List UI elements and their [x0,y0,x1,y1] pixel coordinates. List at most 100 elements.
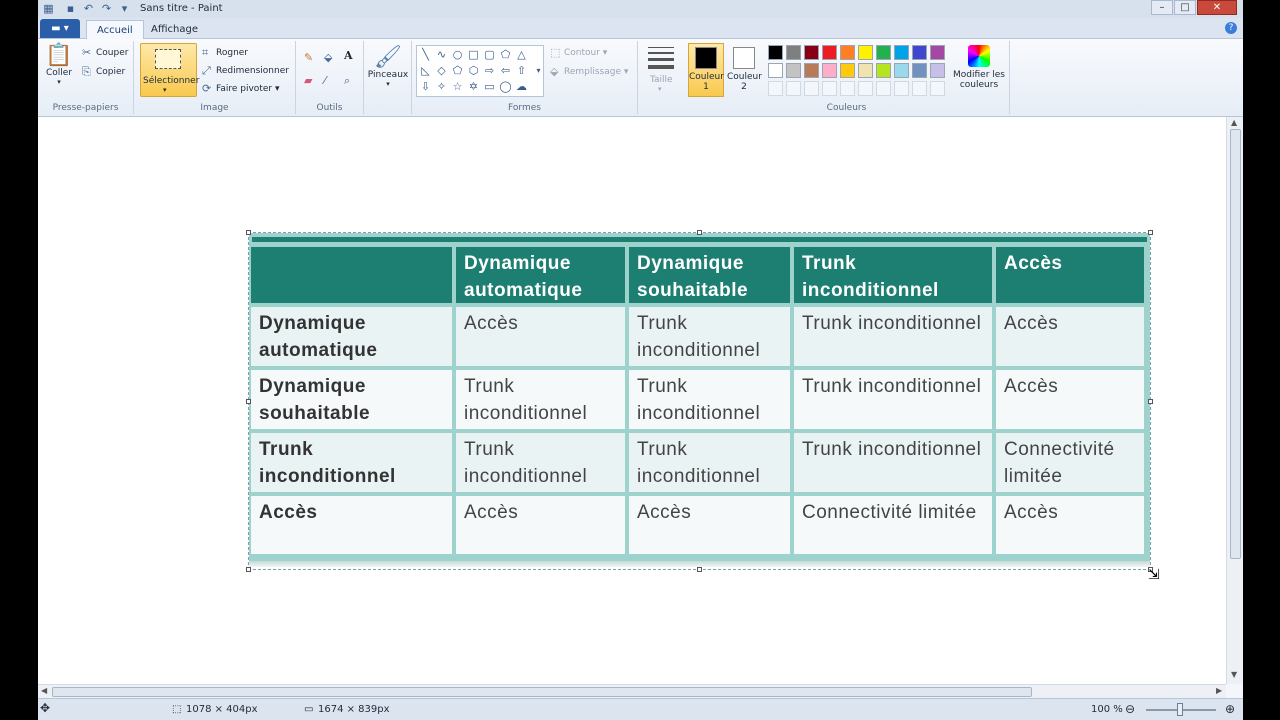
empty-color-swatch[interactable] [930,81,945,96]
up-arrow-shape-icon[interactable]: ⇧ [514,63,529,78]
select-button[interactable]: Sélectionner ▾ [140,43,199,97]
color1-button[interactable]: Couleur 1 [688,43,724,97]
eraser-icon[interactable]: ▰ [304,74,312,87]
vertical-scrollbar[interactable]: ▲ ▼ [1226,117,1243,684]
close-button[interactable]: ✕ [1197,0,1237,15]
right-arrow-shape-icon[interactable]: ⇨ [482,63,497,78]
crop-button[interactable]: Rogner [216,48,248,58]
four-point-star-shape-icon[interactable]: ✧ [434,79,449,94]
color-swatch[interactable] [930,63,945,78]
save-icon[interactable]: ▪ [64,2,77,15]
brushes-button[interactable]: 🖌 Pinceaux ▾ [366,45,410,88]
resize-button[interactable]: Redimensionner [216,66,289,76]
text-tool-icon[interactable]: A [344,49,353,62]
left-arrow-shape-icon[interactable]: ⇦ [498,63,513,78]
curve-shape-icon[interactable]: ∿ [434,47,449,62]
color-swatch[interactable] [840,45,855,60]
color-swatch[interactable] [876,45,891,60]
vertical-scroll-thumb[interactable] [1230,129,1241,559]
empty-color-swatch[interactable] [768,81,783,96]
color-swatch[interactable] [912,45,927,60]
scroll-left-icon[interactable]: ◀ [41,686,47,695]
rounded-rectangle-shape-icon[interactable]: ▢ [482,47,497,62]
hexagon-shape-icon[interactable]: ⬡ [466,63,481,78]
pasted-table-image[interactable]: Dynamique automatique Dynamique souhaitab… [249,233,1150,561]
resize-handle-bc[interactable] [697,567,702,572]
tab-home[interactable]: Accueil [86,20,144,39]
color-swatch[interactable] [876,63,891,78]
undo-icon[interactable]: ↶ [82,2,95,15]
resize-handle-tr[interactable] [1148,230,1153,235]
color-swatch[interactable] [822,45,837,60]
minimize-button[interactable]: – [1151,0,1173,15]
right-triangle-shape-icon[interactable]: ◺ [418,63,433,78]
rectangle-shape-icon[interactable]: □ [466,47,481,62]
color-swatch[interactable] [930,45,945,60]
down-arrow-shape-icon[interactable]: ⇩ [418,79,433,94]
color2-button[interactable]: Couleur 2 [726,43,762,97]
color-swatch[interactable] [840,63,855,78]
color-swatch[interactable] [804,63,819,78]
color-picker-icon[interactable]: ⁄ [324,74,326,87]
color-swatch[interactable] [912,63,927,78]
zoom-out-icon[interactable]: ⊖ [1125,702,1135,716]
color-swatch[interactable] [786,63,801,78]
polygon-shape-icon[interactable]: ⬠ [498,47,513,62]
horizontal-scrollbar[interactable]: ◀ ▶ [38,684,1226,698]
empty-color-swatch[interactable] [858,81,873,96]
horizontal-scroll-thumb[interactable] [52,687,1032,697]
diamond-shape-icon[interactable]: ◇ [434,63,449,78]
pentagon-shape-icon[interactable]: ⬠ [450,63,465,78]
cut-button[interactable]: Couper [96,48,128,58]
color-swatch[interactable] [822,63,837,78]
tab-view[interactable]: Affichage [141,20,208,39]
zoom-in-icon[interactable]: ⊕ [1225,702,1235,716]
color-swatch[interactable] [786,45,801,60]
empty-color-swatch[interactable] [804,81,819,96]
oval-shape-icon[interactable]: ○ [450,47,465,62]
empty-color-swatch[interactable] [822,81,837,96]
maximize-button[interactable]: □ [1174,0,1196,15]
outline-button[interactable]: Contour ▾ [564,48,607,58]
resize-handle-tc[interactable] [697,230,702,235]
drawing-canvas[interactable]: Dynamique automatique Dynamique souhaitab… [38,117,1226,684]
magnifier-icon[interactable]: ⌕ [344,74,350,88]
callout-oval-shape-icon[interactable]: ◯ [498,79,513,94]
resize-handle-ml[interactable] [246,399,251,404]
color-swatch[interactable] [894,63,909,78]
empty-color-swatch[interactable] [912,81,927,96]
resize-handle-mr[interactable] [1148,399,1153,404]
pencil-icon[interactable]: ✎ [304,51,313,64]
triangle-shape-icon[interactable]: △ [514,47,529,62]
paste-button[interactable]: 📋 Coller ▾ [42,43,76,86]
scroll-down-icon[interactable]: ▼ [1231,670,1237,679]
color-swatch[interactable] [768,45,783,60]
resize-handle-bl[interactable] [246,567,251,572]
six-point-star-shape-icon[interactable]: ✡ [466,79,481,94]
empty-color-swatch[interactable] [876,81,891,96]
resize-handle-tl[interactable] [246,230,251,235]
empty-color-swatch[interactable] [786,81,801,96]
empty-color-swatch[interactable] [840,81,855,96]
size-group[interactable]: Taille ▾ [638,41,684,114]
fill-bucket-icon[interactable]: ⬙ [324,51,332,64]
zoom-slider-thumb[interactable] [1177,703,1183,716]
copy-button[interactable]: Copier [96,67,125,77]
redo-icon[interactable]: ↷ [100,2,113,15]
callout-cloud-shape-icon[interactable]: ☁ [514,79,529,94]
customize-toolbar-icon[interactable]: ▾ [118,2,131,15]
color-swatch[interactable] [768,63,783,78]
line-shape-icon[interactable]: ╲ [418,47,433,62]
shapes-scroll-icon[interactable]: ▾ [531,63,546,78]
color-swatch[interactable] [858,45,873,60]
scroll-right-icon[interactable]: ▶ [1216,686,1222,695]
color-swatch[interactable] [804,45,819,60]
help-icon[interactable]: ? [1225,22,1237,34]
fill-button[interactable]: Remplissage ▾ [564,67,628,77]
file-menu-button[interactable]: ▬ ▾ [40,19,80,38]
color-swatch[interactable] [858,63,873,78]
color-swatch[interactable] [894,45,909,60]
edit-colors-button[interactable]: Modifier les couleurs [950,45,1008,90]
empty-color-swatch[interactable] [894,81,909,96]
callout-rect-shape-icon[interactable]: ▭ [482,79,497,94]
